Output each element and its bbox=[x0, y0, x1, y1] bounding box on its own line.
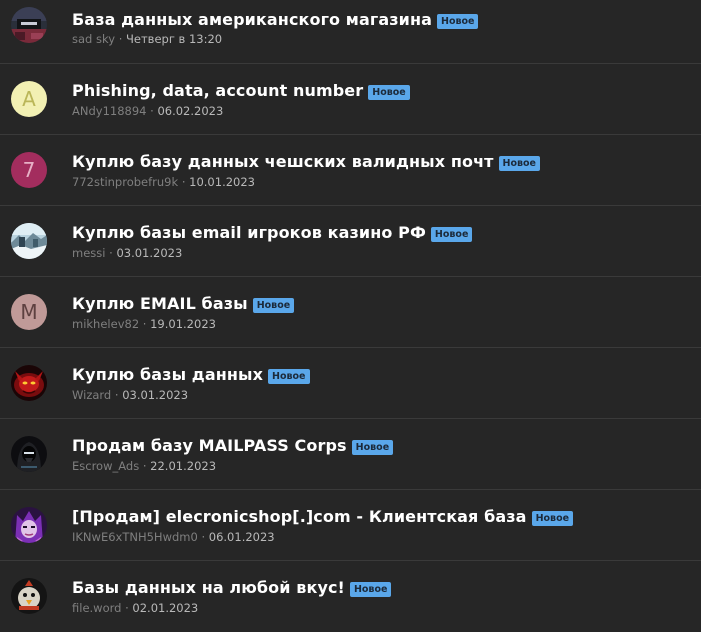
new-badge: Новое bbox=[531, 510, 574, 526]
thread-title[interactable]: Базы данных на любой вкус! bbox=[72, 578, 345, 598]
thread-title[interactable]: [Продам] elecronicshop[.]com - Клиентска… bbox=[72, 507, 527, 527]
author-link[interactable]: file.word bbox=[72, 601, 121, 615]
author-link[interactable]: Wizard bbox=[72, 388, 111, 402]
new-badge: Новое bbox=[430, 226, 473, 242]
author-link[interactable]: mikhelev82 bbox=[72, 317, 139, 331]
thread-meta: sad sky · Четверг в 13:20 bbox=[72, 32, 222, 46]
new-badge: Новое bbox=[252, 297, 295, 313]
meta-separator: · bbox=[115, 32, 127, 46]
thread-row[interactable]: 7 Куплю базу данных чешских валидных поч… bbox=[0, 135, 701, 206]
author-link[interactable]: Escrow_Ads bbox=[72, 459, 139, 473]
new-badge: Новое bbox=[498, 155, 540, 171]
meta-separator: · bbox=[105, 246, 117, 260]
thread-date[interactable]: 06.02.2023 bbox=[157, 104, 223, 118]
thread-title[interactable]: Куплю базы email игроков казино РФ bbox=[72, 223, 426, 243]
thread-row[interactable]: Продам базу MAILPASS Corps Новое Escrow_… bbox=[0, 419, 701, 490]
purple-character-avatar-icon[interactable] bbox=[11, 507, 47, 543]
thread-row[interactable]: Куплю базы данных Новое Wizard · 03.01.2… bbox=[0, 348, 701, 419]
thread-meta: IKNwE6xTNH5Hwdm0 · 06.01.2023 bbox=[72, 530, 275, 544]
thread-date[interactable]: Четверг в 13:20 bbox=[126, 32, 222, 46]
thread-title[interactable]: Куплю базу данных чешских валидных почт bbox=[72, 152, 494, 172]
author-link[interactable]: 772stinprobefru9k bbox=[72, 175, 178, 189]
thread-date[interactable]: 10.01.2023 bbox=[189, 175, 255, 189]
red-demon-avatar-icon[interactable] bbox=[11, 365, 47, 401]
thread-date[interactable]: 19.01.2023 bbox=[150, 317, 216, 331]
hooded-figure-avatar-icon[interactable] bbox=[11, 436, 47, 472]
thread-date[interactable]: 02.01.2023 bbox=[132, 601, 198, 615]
thread-meta: 772stinprobefru9k · 10.01.2023 bbox=[72, 175, 255, 189]
thread-list: База данных американского магазина Новое… bbox=[0, 0, 701, 632]
avatar-letter: M bbox=[20, 300, 38, 324]
meta-separator: · bbox=[111, 388, 123, 402]
thread-title[interactable]: Продам базу MAILPASS Corps bbox=[72, 436, 347, 456]
thread-meta: Wizard · 03.01.2023 bbox=[72, 388, 188, 402]
shop-avatar-icon[interactable] bbox=[11, 7, 47, 43]
meta-separator: · bbox=[121, 601, 133, 615]
avatar-letter: 7 bbox=[22, 158, 36, 182]
author-link[interactable]: ANdy118894 bbox=[72, 104, 146, 118]
thread-title[interactable]: Куплю EMAIL базы bbox=[72, 294, 248, 314]
letter-avatar[interactable]: M bbox=[11, 294, 47, 330]
thread-date[interactable]: 06.01.2023 bbox=[209, 530, 275, 544]
thread-date[interactable]: 22.01.2023 bbox=[150, 459, 216, 473]
thread-row[interactable]: Куплю базы email игроков казино РФ Новое… bbox=[0, 206, 701, 277]
new-badge: Новое bbox=[437, 13, 479, 29]
thread-meta: mikhelev82 · 19.01.2023 bbox=[72, 317, 216, 331]
meta-separator: · bbox=[146, 104, 158, 118]
bird-avatar-icon[interactable] bbox=[11, 578, 47, 614]
letter-avatar[interactable]: 7 bbox=[11, 152, 47, 188]
author-link[interactable]: messi bbox=[72, 246, 105, 260]
thread-meta: messi · 03.01.2023 bbox=[72, 246, 182, 260]
meta-separator: · bbox=[197, 530, 209, 544]
thread-date[interactable]: 03.01.2023 bbox=[116, 246, 182, 260]
new-badge: Новое bbox=[349, 581, 392, 597]
author-link[interactable]: sad sky bbox=[72, 32, 115, 46]
new-badge: Новое bbox=[368, 84, 410, 100]
thread-meta: ANdy118894 · 06.02.2023 bbox=[72, 104, 223, 118]
letter-avatar[interactable]: A bbox=[11, 81, 47, 117]
meta-separator: · bbox=[139, 317, 151, 331]
thread-meta: Escrow_Ads · 22.01.2023 bbox=[72, 459, 216, 473]
thread-date[interactable]: 03.01.2023 bbox=[122, 388, 188, 402]
thread-row[interactable]: Базы данных на любой вкус! Новое file.wo… bbox=[0, 561, 701, 632]
thread-meta: file.word · 02.01.2023 bbox=[72, 601, 198, 615]
thread-title[interactable]: Phishing, data, account number bbox=[72, 81, 363, 101]
new-badge: Новое bbox=[351, 439, 394, 455]
author-link[interactable]: IKNwE6xTNH5Hwdm0 bbox=[72, 530, 198, 544]
thread-row[interactable]: M Куплю EMAIL базы Новое mikhelev82 · 19… bbox=[0, 277, 701, 348]
thread-row[interactable]: A Phishing, data, account number Новое A… bbox=[0, 64, 701, 135]
thread-title[interactable]: База данных американского магазина bbox=[72, 10, 432, 30]
thread-row[interactable]: [Продам] elecronicshop[.]com - Клиентска… bbox=[0, 490, 701, 561]
thread-title[interactable]: Куплю базы данных bbox=[72, 365, 263, 385]
avatar-letter: A bbox=[22, 87, 36, 111]
thread-row[interactable]: База данных американского магазина Новое… bbox=[0, 0, 701, 64]
meta-separator: · bbox=[178, 175, 190, 189]
new-badge: Новое bbox=[268, 368, 310, 384]
snow-landscape-avatar-icon[interactable] bbox=[11, 223, 47, 259]
meta-separator: · bbox=[139, 459, 151, 473]
